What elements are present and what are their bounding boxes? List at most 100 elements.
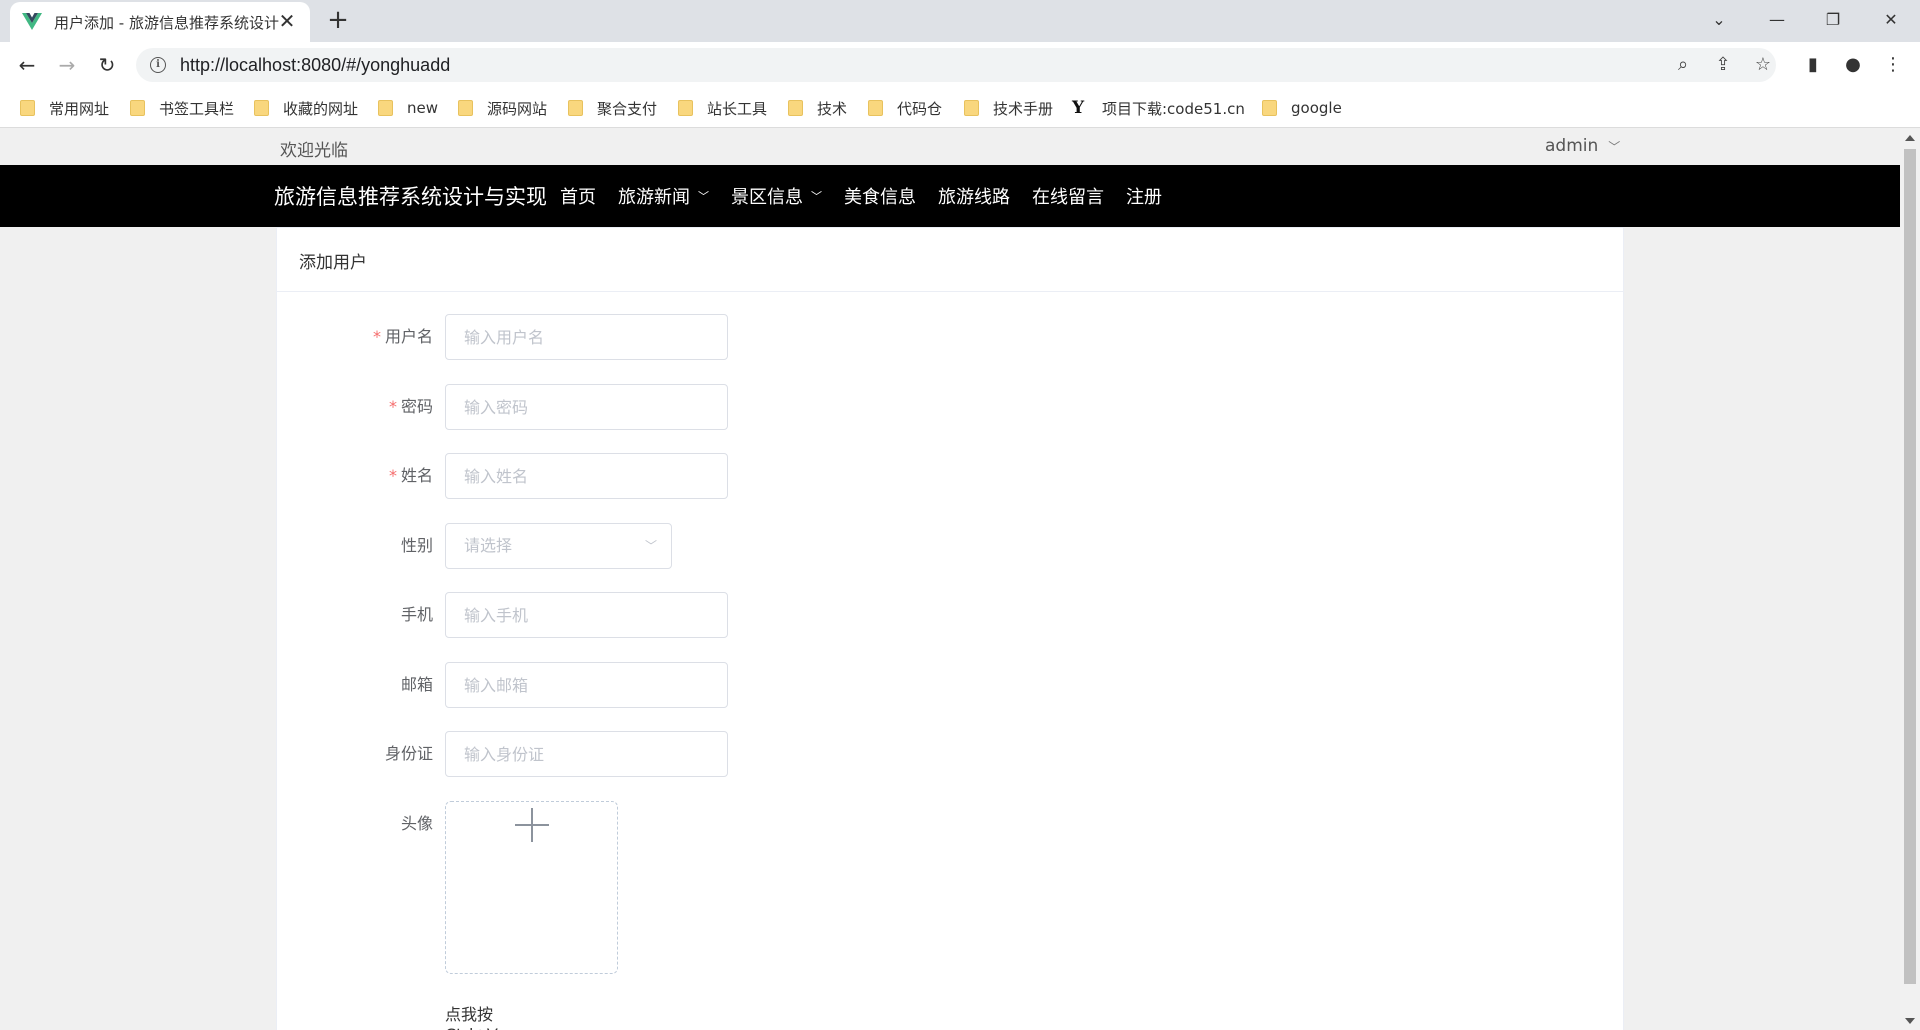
reload-icon[interactable]: ↻	[92, 50, 122, 80]
name-input[interactable]	[445, 453, 728, 499]
nav-item-label: 美食信息	[844, 187, 916, 208]
bookmark-item[interactable]: 聚合支付	[568, 96, 657, 120]
folder-icon	[678, 100, 693, 116]
vue-logo-icon	[22, 13, 42, 30]
phone-input[interactable]	[445, 592, 728, 638]
forward-icon[interactable]: →	[52, 50, 82, 80]
bookmark-label: 聚合支付	[597, 99, 658, 118]
bookmark-item[interactable]: 源码网站	[458, 96, 547, 120]
welcome-text: 欢迎光临	[280, 141, 348, 161]
nav-item-food-info[interactable]: 美食信息	[844, 183, 916, 209]
required-mark: *	[388, 466, 397, 485]
username-input[interactable]	[445, 314, 728, 360]
plus-icon-bar	[515, 824, 549, 826]
bookmark-item[interactable]: 书签工具栏	[130, 96, 234, 120]
field-label: * 用户名	[277, 314, 433, 360]
tab-close-icon[interactable]: ✕	[276, 10, 298, 32]
nav-item-travel-routes[interactable]: 旅游线路	[938, 183, 1010, 209]
user-name: admin	[1545, 136, 1599, 156]
folder-icon	[458, 100, 473, 116]
paste-hint[interactable]: 点我按Ctrl+V粘贴	[445, 1001, 498, 1030]
field-label: * 密码	[277, 384, 433, 430]
password-input[interactable]	[445, 384, 728, 430]
chevron-down-icon: ﹀	[644, 539, 657, 553]
nav-item-messages[interactable]: 在线留言	[1032, 183, 1104, 209]
nav-item-travel-news[interactable]: 旅游新闻 ﹀	[618, 183, 709, 209]
site-info-icon[interactable]: i	[150, 57, 166, 73]
bookmark-item[interactable]: new	[378, 96, 438, 120]
bookmark-item[interactable]: 代码仓	[868, 96, 942, 120]
scroll-up-icon[interactable]	[1905, 135, 1915, 141]
bookmarks-bar: 常用网址 书签工具栏 收藏的网址 new 源码网站 聚合支付 站长工具 技术 代…	[0, 88, 1920, 128]
menu-kebab-icon[interactable]: ⋮	[1878, 50, 1908, 80]
bookmark-item[interactable]: 技术	[788, 96, 847, 120]
field-label: * 姓名	[277, 453, 433, 499]
folder-icon	[868, 100, 883, 116]
bookmark-label: 书签工具栏	[159, 99, 235, 118]
new-tab-icon[interactable]: +	[324, 6, 352, 34]
label-text: 用户名	[384, 327, 433, 346]
field-label: 手机	[400, 605, 433, 624]
minimize-icon[interactable]: —	[1762, 6, 1792, 34]
email-input[interactable]	[445, 662, 728, 708]
field-label: 性别	[400, 536, 433, 555]
required-mark: *	[372, 327, 381, 346]
bookmark-star-icon[interactable]: ☆	[1748, 50, 1778, 80]
nav-item-scenic-info[interactable]: 景区信息 ﹀	[731, 183, 822, 209]
nav-item-label: 旅游新闻	[618, 187, 690, 208]
bookmark-label: 项目下载:code51.cn	[1102, 99, 1245, 118]
folder-icon	[378, 100, 393, 116]
bookmark-label: 技术手册	[993, 99, 1054, 118]
y-logo-icon: Y	[1072, 98, 1085, 118]
page-scrollbar[interactable]	[1900, 129, 1920, 1030]
folder-icon	[254, 100, 269, 116]
zoom-icon[interactable]: ⌕	[1668, 50, 1698, 80]
bookmark-label: 技术	[817, 99, 848, 118]
nav-item-register[interactable]: 注册	[1126, 183, 1162, 209]
bookmark-label: new	[407, 99, 439, 117]
main-navbar: 旅游信息推荐系统设计与实现 首页 旅游新闻 ﹀ 景区信息 ﹀ 美食信息 旅游线路 在…	[0, 165, 1900, 227]
omnibox[interactable]: i http://localhost:8080/#/yonghuadd	[136, 48, 1776, 82]
bookmark-item[interactable]: google	[1262, 96, 1342, 120]
label-text: 姓名	[400, 466, 433, 485]
nav-item-label: 注册	[1126, 187, 1162, 208]
share-icon[interactable]: ⇪	[1708, 50, 1738, 80]
folder-icon	[568, 100, 583, 116]
window-close-icon[interactable]: ✕	[1876, 6, 1906, 34]
nav-item-label: 在线留言	[1032, 187, 1104, 208]
chevron-down-icon: ﹀	[811, 190, 822, 203]
profile-icon[interactable]: ●	[1838, 50, 1868, 80]
required-mark: *	[388, 397, 397, 416]
avatar-upload[interactable]	[445, 801, 618, 974]
back-icon[interactable]: ←	[12, 50, 42, 80]
nav-item-home[interactable]: 首页	[560, 183, 596, 209]
nav-item-label: 旅游线路	[938, 187, 1010, 208]
scroll-down-icon[interactable]	[1905, 1018, 1915, 1024]
user-dropdown[interactable]: admin ﹀	[1545, 136, 1620, 156]
page-viewport: 欢迎光临 admin ﹀ 旅游信息推荐系统设计与实现 首页 旅游新闻 ﹀ 景区信息…	[0, 129, 1900, 1030]
bookmark-label: 收藏的网址	[283, 99, 359, 118]
bookmark-label: 站长工具	[707, 99, 768, 118]
top-strip: 欢迎光临 admin ﹀	[0, 129, 1900, 165]
add-user-card: 添加用户 *用户名 *密码 *姓名 性别 请选择 ﹀ 手机 邮箱	[276, 227, 1624, 1030]
restore-icon[interactable]: ❐	[1818, 6, 1848, 34]
chevron-down-icon: ﹀	[1608, 139, 1621, 154]
field-label: 头像	[400, 814, 433, 833]
select-placeholder: 请选择	[464, 536, 513, 555]
field-label: 身份证	[384, 744, 433, 763]
browser-tab[interactable]: 用户添加 - 旅游信息推荐系统设计 ✕	[10, 2, 310, 42]
bookmark-item[interactable]: 常用网址	[20, 96, 109, 120]
bookmark-item[interactable]: 技术手册	[964, 96, 1053, 120]
nav-item-label: 景区信息	[731, 187, 803, 208]
bookmark-item[interactable]: 站长工具	[678, 96, 767, 120]
tab-search-icon[interactable]: ⌄	[1704, 6, 1734, 34]
idcard-input[interactable]	[445, 731, 728, 777]
bookmark-item[interactable]: 收藏的网址	[254, 96, 358, 120]
bookmark-label: 常用网址	[49, 99, 110, 118]
scroll-thumb[interactable]	[1904, 149, 1916, 984]
bookmark-item[interactable]: Y 项目下载:code51.cn	[1072, 96, 1245, 120]
gender-select[interactable]: 请选择 ﹀	[445, 523, 672, 569]
site-brand[interactable]: 旅游信息推荐系统设计与实现	[274, 181, 547, 211]
side-panel-icon[interactable]: ▮	[1798, 50, 1828, 80]
nav-item-label: 首页	[560, 187, 596, 208]
